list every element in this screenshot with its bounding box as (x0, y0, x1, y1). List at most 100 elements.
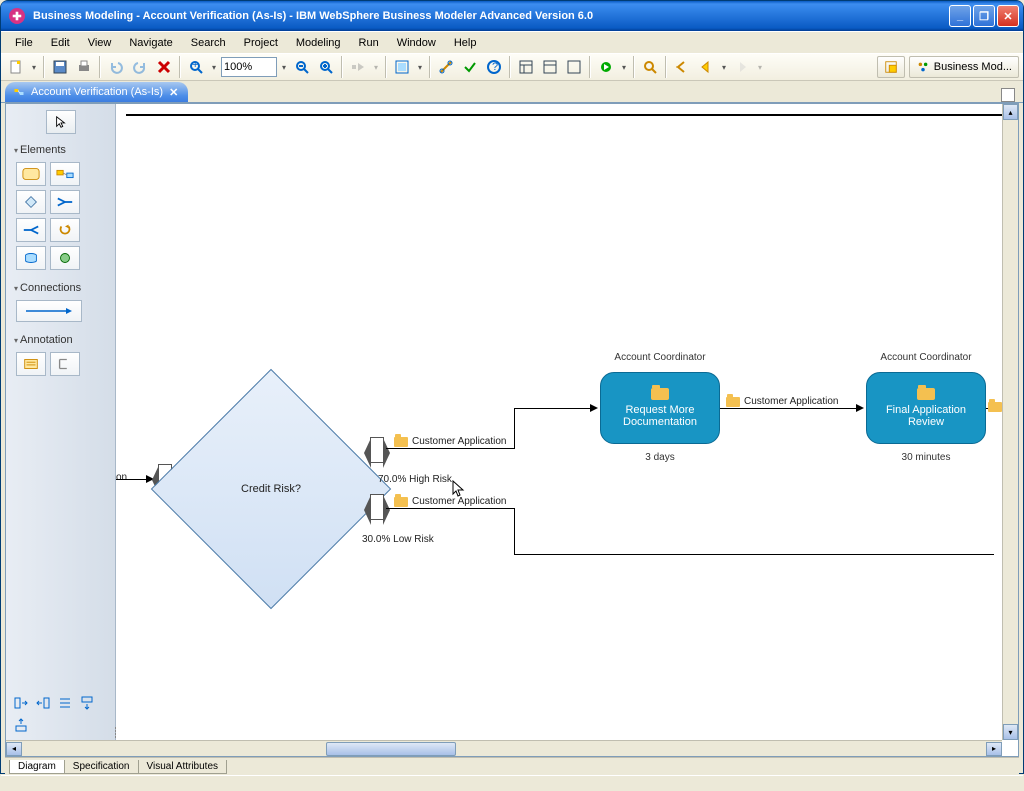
output-node-high[interactable] (370, 437, 384, 463)
cut-path-button[interactable] (435, 56, 457, 78)
fork-tool[interactable] (16, 218, 46, 242)
close-button[interactable]: ✕ (997, 5, 1019, 27)
connection-label: Customer Application (412, 436, 507, 447)
scroll-up-icon[interactable]: ▴ (1003, 104, 1018, 120)
align-right-icon[interactable] (34, 694, 52, 712)
nav-back-dropdown[interactable]: ▾ (719, 63, 729, 72)
scroll-down-icon[interactable]: ▾ (1003, 724, 1018, 740)
layout-list-icon[interactable] (56, 694, 74, 712)
zoom-tool-button[interactable]: + (185, 56, 207, 78)
svg-text:+: + (192, 59, 198, 71)
incoming-label: on (116, 472, 127, 483)
output-node-low[interactable] (370, 494, 384, 520)
zoom-field[interactable] (221, 57, 277, 77)
align-bottom-icon[interactable] (12, 716, 30, 734)
zoom-select-dropdown[interactable]: ▾ (279, 63, 289, 72)
menu-modeling[interactable]: Modeling (288, 35, 349, 51)
branch-low-label: 30.0% Low Risk (362, 534, 434, 545)
horizontal-scrollbar[interactable]: ◂ ▸ (6, 740, 1002, 756)
perspective-label: Business Mod... (934, 61, 1012, 73)
task-tool[interactable] (16, 162, 46, 186)
menu-run[interactable]: Run (351, 35, 387, 51)
repository-tool[interactable] (16, 246, 46, 270)
zoom-input[interactable] (224, 61, 274, 73)
svg-text:?: ? (492, 61, 498, 73)
text-tool[interactable] (50, 352, 80, 376)
redo-button[interactable] (129, 56, 151, 78)
task-final-review[interactable]: Final Application Review (866, 372, 986, 444)
zoom-out-button[interactable] (291, 56, 313, 78)
editor-tab-label: Account Verification (As-Is) (31, 86, 163, 98)
new-dropdown[interactable]: ▾ (29, 63, 39, 72)
align-top-icon[interactable] (78, 694, 96, 712)
tab-specification[interactable]: Specification (64, 760, 139, 774)
folder-icon (394, 437, 408, 447)
view-mode-3-button[interactable] (563, 56, 585, 78)
delete-button[interactable] (153, 56, 175, 78)
scroll-thumb[interactable] (326, 742, 456, 756)
help-button[interactable]: ? (483, 56, 505, 78)
connection-tool[interactable] (16, 300, 82, 322)
layout-button[interactable] (391, 56, 413, 78)
menu-file[interactable]: File (7, 35, 41, 51)
tab-visual-attributes[interactable]: Visual Attributes (138, 760, 228, 774)
gateway-tool[interactable] (16, 190, 46, 214)
run-dropdown[interactable]: ▾ (371, 63, 381, 72)
perspective-button[interactable]: Business Mod... (909, 56, 1019, 78)
event-tool[interactable] (50, 246, 80, 270)
merge-tool[interactable] (50, 190, 80, 214)
folder-icon (726, 397, 740, 407)
loop-tool[interactable] (50, 218, 80, 242)
layout-dropdown[interactable]: ▾ (415, 63, 425, 72)
simulate-button[interactable] (595, 56, 617, 78)
run-button[interactable] (347, 56, 369, 78)
menu-view[interactable]: View (80, 35, 120, 51)
menu-search[interactable]: Search (183, 35, 234, 51)
tab-diagram[interactable]: Diagram (9, 760, 65, 774)
task-label: Final Application Review (871, 404, 981, 428)
zoom-tool-dropdown[interactable]: ▾ (209, 63, 219, 72)
task-request-docs[interactable]: Request More Documentation (600, 372, 720, 444)
nav-back-button[interactable] (695, 56, 717, 78)
scroll-left-icon[interactable]: ◂ (6, 742, 22, 756)
nav-fwd-button[interactable] (731, 56, 753, 78)
print-button[interactable] (73, 56, 95, 78)
view-mode-2-button[interactable] (539, 56, 561, 78)
task-duration: 3 days (600, 452, 720, 463)
palette-section-annotation[interactable]: Annotation (12, 330, 109, 350)
note-tool[interactable] (16, 352, 46, 376)
maximize-button[interactable]: ❐ (973, 5, 995, 27)
menu-help[interactable]: Help (446, 35, 485, 51)
open-perspective-button[interactable] (877, 56, 905, 78)
select-tool[interactable] (46, 110, 76, 134)
menu-navigate[interactable]: Navigate (121, 35, 180, 51)
process-tool[interactable] (50, 162, 80, 186)
scroll-right-icon[interactable]: ▸ (986, 742, 1002, 756)
menu-project[interactable]: Project (236, 35, 286, 51)
menu-window[interactable]: Window (389, 35, 444, 51)
search-tb-button[interactable] (639, 56, 661, 78)
align-left-icon[interactable] (12, 694, 30, 712)
validate-button[interactable] (459, 56, 481, 78)
menu-edit[interactable]: Edit (43, 35, 78, 51)
nav-fwd-dropdown[interactable]: ▾ (755, 63, 765, 72)
folder-icon (988, 402, 1002, 412)
simulate-dropdown[interactable]: ▾ (619, 63, 629, 72)
palette-section-connections[interactable]: Connections (12, 278, 109, 298)
decision-credit-risk[interactable]: Credit Risk? (186, 404, 356, 574)
zoom-in-button[interactable] (315, 56, 337, 78)
save-button[interactable] (49, 56, 71, 78)
nav-back-ext-button[interactable] (671, 56, 693, 78)
view-mode-1-button[interactable] (515, 56, 537, 78)
diagram-canvas[interactable]: on Credit Risk? Customer Application 70.… (116, 104, 1002, 740)
palette-section-elements[interactable]: Elements (12, 140, 109, 160)
vertical-scrollbar[interactable]: ▴ ▾ (1002, 104, 1018, 740)
editor-tab-active[interactable]: Account Verification (As-Is) ✕ (5, 82, 188, 102)
undo-button[interactable] (105, 56, 127, 78)
minimize-button[interactable]: _ (949, 5, 971, 27)
maximize-editor-button[interactable] (1001, 88, 1015, 102)
editor-tab-bar: Account Verification (As-Is) ✕ (1, 81, 1023, 103)
close-tab-icon[interactable]: ✕ (169, 86, 178, 99)
folder-icon (917, 388, 935, 400)
new-button[interactable] (5, 56, 27, 78)
